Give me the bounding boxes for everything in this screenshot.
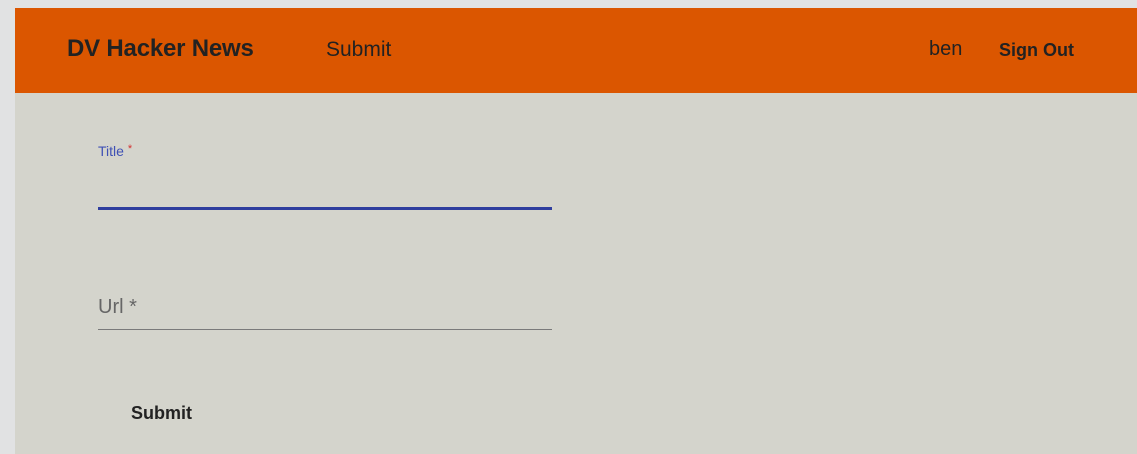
title-input[interactable]	[98, 178, 552, 206]
title-field-label: Title *	[98, 143, 132, 159]
brand-logo[interactable]: DV Hacker News	[67, 35, 254, 63]
username-label: ben	[929, 38, 963, 60]
title-input-underline	[98, 207, 552, 210]
required-mark: *	[127, 143, 133, 155]
app-root: DV Hacker News Submit ben Sign Out Title…	[15, 8, 1137, 454]
url-input[interactable]	[98, 298, 552, 326]
url-field: Url *	[98, 288, 552, 333]
title-field: Title *	[98, 138, 552, 212]
top-bar: DV Hacker News Submit ben Sign Out	[15, 8, 1137, 93]
title-label-text: Title	[98, 143, 124, 159]
sign-out-button[interactable]: Sign Out	[999, 40, 1074, 61]
nav-submit-link[interactable]: Submit	[326, 38, 391, 62]
submit-button[interactable]: Submit	[115, 397, 233, 429]
url-input-underline	[98, 329, 552, 330]
